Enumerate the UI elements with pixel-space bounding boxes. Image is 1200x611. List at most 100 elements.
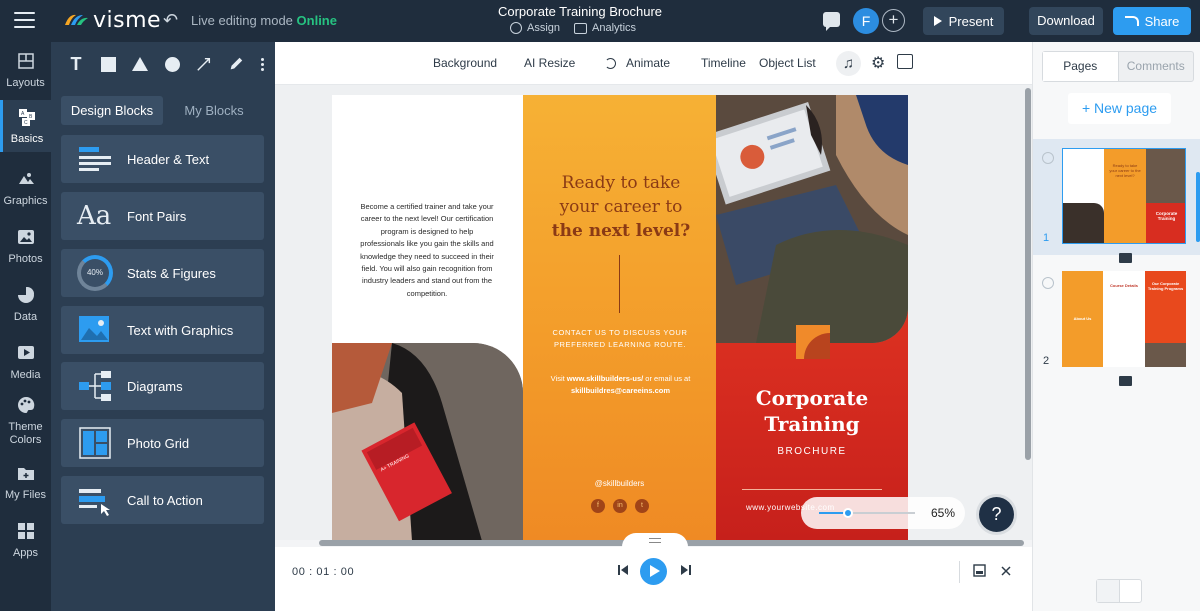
font-pairs-icon-text: Aa (77, 201, 112, 231)
twitter-icon[interactable]: t (635, 499, 649, 513)
rail-item-basics[interactable]: ABC Basics (0, 100, 51, 152)
apps-grid-icon (17, 523, 34, 539)
thumb-photo (1146, 149, 1185, 203)
rail-item-data[interactable]: Data (0, 286, 51, 323)
block-photo-grid[interactable]: Photo Grid (61, 419, 264, 467)
line-tool-icon[interactable] (196, 56, 212, 72)
brochure-panel-middle[interactable]: Ready to take your career to the next le… (523, 95, 716, 541)
contact-text[interactable]: CONTACT US TO DISCUSS YOUR PREFERRED LEA… (545, 327, 695, 351)
page-transition-icon[interactable] (1119, 376, 1132, 386)
block-text-with-graphics[interactable]: Text with Graphics (61, 306, 264, 354)
thumb-text: Ready to take your career to the next le… (1109, 163, 1141, 178)
social-handle[interactable]: @skillbuilders (567, 479, 672, 488)
facebook-icon[interactable]: f (591, 499, 605, 513)
block-stats-figures[interactable]: 40% Stats & Figures (61, 249, 264, 297)
ai-resize-button[interactable]: AI Resize (524, 56, 575, 70)
zoom-slider-handle[interactable] (842, 508, 853, 518)
zoom-value[interactable]: 65% (931, 506, 955, 520)
document-title[interactable]: Corporate Training Brochure (480, 4, 680, 19)
share-button[interactable]: Share (1113, 7, 1191, 35)
music-note-icon[interactable]: ♫ (836, 51, 861, 76)
zoom-slider[interactable] (819, 508, 915, 518)
timecode: 00 : 01 : 00 (292, 566, 355, 578)
present-button[interactable]: Present (923, 7, 1004, 35)
data-pie-icon (17, 287, 34, 303)
tab-comments[interactable]: Comments (1119, 52, 1194, 81)
analytics-button[interactable]: Analytics (574, 22, 636, 34)
timeline-collapse-handle[interactable] (622, 533, 688, 547)
headline[interactable]: Ready to take your career to the next le… (541, 171, 701, 243)
page-thumbnail-2[interactable]: About Us Course Details Our Corporate Tr… (1062, 271, 1186, 367)
avatar[interactable]: F (853, 8, 879, 34)
tab-design-blocks[interactable]: Design Blocks (61, 96, 163, 125)
add-collaborator-icon[interactable]: + (882, 9, 905, 32)
skip-back-icon[interactable] (617, 564, 629, 576)
linkedin-icon[interactable]: in (613, 499, 627, 513)
download-button[interactable]: Download (1029, 7, 1103, 35)
laptop-photo[interactable] (716, 95, 908, 343)
more-options-icon[interactable] (260, 56, 264, 72)
block-diagrams[interactable]: Diagrams (61, 362, 264, 410)
assign-icon (510, 22, 522, 34)
visme-logo[interactable]: visme (63, 8, 161, 33)
brand-logo-icon[interactable] (796, 325, 830, 359)
rail-item-media[interactable]: Media (0, 344, 51, 381)
timeline-button[interactable]: Timeline (701, 56, 746, 70)
intro-paragraph[interactable]: Become a certified trainer and take your… (360, 201, 494, 300)
grid-view-icon[interactable] (1097, 580, 1120, 602)
tab-pages[interactable]: Pages (1043, 52, 1119, 81)
page-options-icon[interactable] (1042, 152, 1054, 164)
page-thumbnail-1[interactable]: Ready to take your career to the next le… (1062, 148, 1186, 244)
help-button[interactable]: ? (979, 497, 1014, 532)
animate-button[interactable]: Animate (605, 56, 670, 70)
brochure-title[interactable]: Corporate Training (736, 385, 888, 437)
tab-my-blocks[interactable]: My Blocks (163, 96, 265, 125)
hamburger-menu-icon[interactable] (14, 12, 35, 28)
pages-scrollbar[interactable] (1196, 172, 1200, 242)
new-page-button[interactable]: + New page (1068, 93, 1171, 124)
trainer-photo[interactable]: A+ TRAINING (332, 343, 523, 541)
block-header-text[interactable]: Header & Text (61, 135, 264, 183)
comments-icon[interactable] (823, 12, 840, 31)
page-options-icon[interactable] (1042, 277, 1054, 289)
view-toggle (1096, 579, 1142, 603)
text-tool-icon[interactable]: T (68, 54, 84, 74)
assign-button[interactable]: Assign (510, 22, 560, 34)
presenter-notes-icon[interactable] (973, 564, 986, 577)
page-transition-icon[interactable] (1119, 253, 1132, 263)
undo-icon[interactable]: ↶ (163, 11, 181, 29)
analytics-icon (574, 22, 588, 34)
triangle-tool-icon[interactable] (132, 56, 148, 72)
object-list-button[interactable]: Object List (759, 56, 816, 70)
rail-item-photos[interactable]: Photos (0, 228, 51, 265)
skip-forward-icon[interactable] (680, 564, 692, 576)
brochure-panel-left[interactable]: Become a certified trainer and take your… (332, 95, 523, 541)
live-mode-label: Live editing mode (191, 13, 293, 28)
rail-label: Photos (8, 253, 43, 265)
block-font-pairs[interactable]: Aa Font Pairs (61, 192, 264, 240)
rail-item-layouts[interactable]: Layouts (0, 52, 51, 89)
pen-tool-icon[interactable] (228, 56, 244, 72)
background-button[interactable]: Background (433, 56, 497, 70)
brochure-panel-right[interactable]: Corporate Training BROCHURE www.yourwebs… (716, 95, 908, 541)
analytics-label: Analytics (592, 22, 637, 34)
close-icon[interactable] (1001, 566, 1011, 576)
visit-email: skillbuildres@careeins.com (570, 386, 671, 395)
block-label: Diagrams (127, 378, 183, 394)
brochure-page[interactable]: Become a certified trainer and take your… (332, 95, 908, 541)
preview-search-icon[interactable] (897, 54, 913, 69)
settings-gear-icon[interactable]: ⚙ (871, 53, 885, 73)
rail-item-theme-colors[interactable]: Theme Colors (0, 396, 51, 447)
rail-item-graphics[interactable]: Graphics (0, 170, 51, 207)
vertical-scrollbar[interactable] (1025, 88, 1031, 460)
brochure-subtitle[interactable]: BROCHURE (736, 446, 888, 457)
rail-item-my-files[interactable]: My Files (0, 464, 51, 501)
rectangle-tool-icon[interactable] (100, 56, 116, 72)
rail-label: Basics (10, 133, 44, 145)
circle-tool-icon[interactable] (164, 56, 180, 72)
visit-text[interactable]: Visit www.skillbuilders-us/ or email us … (543, 373, 698, 397)
rail-item-apps[interactable]: Apps (0, 522, 51, 559)
list-view-icon[interactable] (1120, 580, 1142, 602)
play-button[interactable] (640, 558, 667, 585)
block-call-to-action[interactable]: Call to Action (61, 476, 264, 524)
